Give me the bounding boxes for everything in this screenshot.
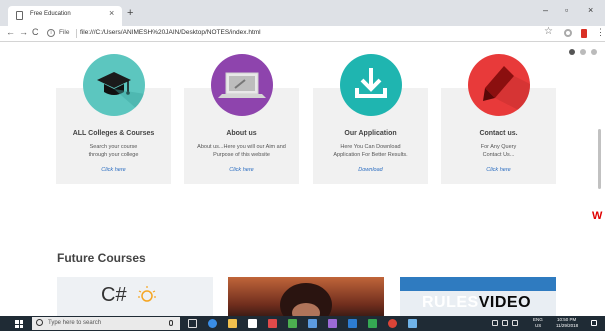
language-indicator[interactable]: ENG [533,317,543,323]
csharp-text: C# [101,284,127,306]
carousel-dot[interactable] [580,49,586,55]
carousel-dot[interactable] [569,49,575,55]
reload-icon[interactable]: C [32,28,39,37]
carousel-dot[interactable] [591,49,597,55]
volume-icon[interactable] [502,320,508,326]
card-title: Contact us. [479,130,518,137]
card-description: Search your course through your college [88,144,139,158]
file-explorer-icon[interactable] [228,319,237,328]
task-view-icon[interactable] [188,319,197,328]
address-bar[interactable]: file:///C:/Users/ANIMESH%20JAIN/Desktop/… [80,29,261,36]
card-description: About us...Here you will our Aim and Pur… [197,144,286,158]
page-viewport: ALL Colleges & Courses Search your cours… [0,42,605,316]
maximize-button[interactable]: ▫ [565,6,568,15]
forward-arrow-icon[interactable]: → [19,28,28,37]
clock-date: 11/29/2018 [556,323,579,328]
app-icon[interactable] [328,319,337,328]
extension-icon[interactable] [564,29,572,37]
new-tab-button[interactable]: + [127,8,133,19]
card-title: Our Application [344,130,397,137]
tab-close-icon[interactable]: × [109,9,114,18]
network-icon[interactable] [492,320,498,326]
browser-toolbar: ← → C i File file:///C:/Users/ANIMESH%20… [0,26,605,42]
browser-tab-bar: Free Education × + – ▫ × [0,0,605,26]
app-icon[interactable] [348,319,357,328]
page-favicon-icon [16,11,23,20]
clock-time[interactable]: 10:50 PM [557,317,576,323]
menu-icon[interactable]: ⋮ [596,28,605,37]
address-separator [76,29,77,38]
pen-icon [468,54,530,116]
battery-icon[interactable] [512,320,518,326]
card-colleges: ALL Colleges & Courses Search your cours… [56,54,171,184]
side-letter: W [592,210,603,222]
info-icon[interactable]: i [47,29,55,37]
close-window-button[interactable]: × [588,6,593,15]
edge-browser-icon[interactable] [208,319,217,328]
minimize-button[interactable]: – [543,6,548,15]
card-link[interactable]: Download [313,167,428,173]
card-application: Our Application Here You Can Download Ap… [313,54,428,184]
app-icon[interactable] [308,319,317,328]
windows-start-icon[interactable] [15,320,23,328]
course-thumbnail-photo[interactable] [228,277,384,317]
page-scrollbar[interactable] [598,129,601,189]
store-icon[interactable] [248,319,257,328]
card-link[interactable]: Click here [184,167,299,173]
card-title: ALL Colleges & Courses [72,130,155,137]
card-description: For Any Query Contact Us... [480,144,517,158]
region-indicator: US [535,323,542,328]
app-icon[interactable] [368,319,377,328]
app-icon[interactable] [288,319,297,328]
microphone-icon[interactable] [169,320,173,326]
lightbulb-icon [138,286,156,302]
card-link[interactable]: Click here [441,167,556,173]
address-scheme-label: File [59,29,70,36]
card-description: Here You Can Download Application For Be… [333,144,408,158]
profile-icon[interactable] [581,29,587,38]
course-thumbnail-rules-video[interactable]: RULESVIDEO [400,277,556,317]
card-link[interactable]: Click here [56,167,171,173]
card-title: About us [226,130,257,137]
windows-taskbar: Type here to search ENG US 10:50 PM 11/2… [0,316,605,331]
rules-video-text: RULESVIDEO [422,294,532,311]
card-contact: Contact us. For Any Query Contact Us... … [441,54,556,184]
app-icon[interactable] [268,319,277,328]
chrome-icon[interactable] [388,319,397,328]
search-placeholder: Type here to search [48,320,102,326]
laptop-icon [211,54,273,116]
download-icon [340,54,402,116]
tab-title: Free Education [30,11,71,17]
course-thumbnail-csharp[interactable]: C# [57,277,213,317]
card-about: About us About us...Here you will our Ai… [184,54,299,184]
back-arrow-icon[interactable]: ← [6,28,15,37]
app-icon[interactable] [408,319,417,328]
person-photo-icon [280,283,332,317]
graduation-cap-icon [83,54,145,116]
search-icon [36,319,43,326]
taskbar-search-input[interactable]: Type here to search [32,317,180,330]
star-icon[interactable]: ☆ [544,27,553,37]
notification-icon[interactable] [591,320,597,326]
browser-tab[interactable]: Free Education × [8,6,122,26]
section-title: Future Courses [57,251,146,265]
